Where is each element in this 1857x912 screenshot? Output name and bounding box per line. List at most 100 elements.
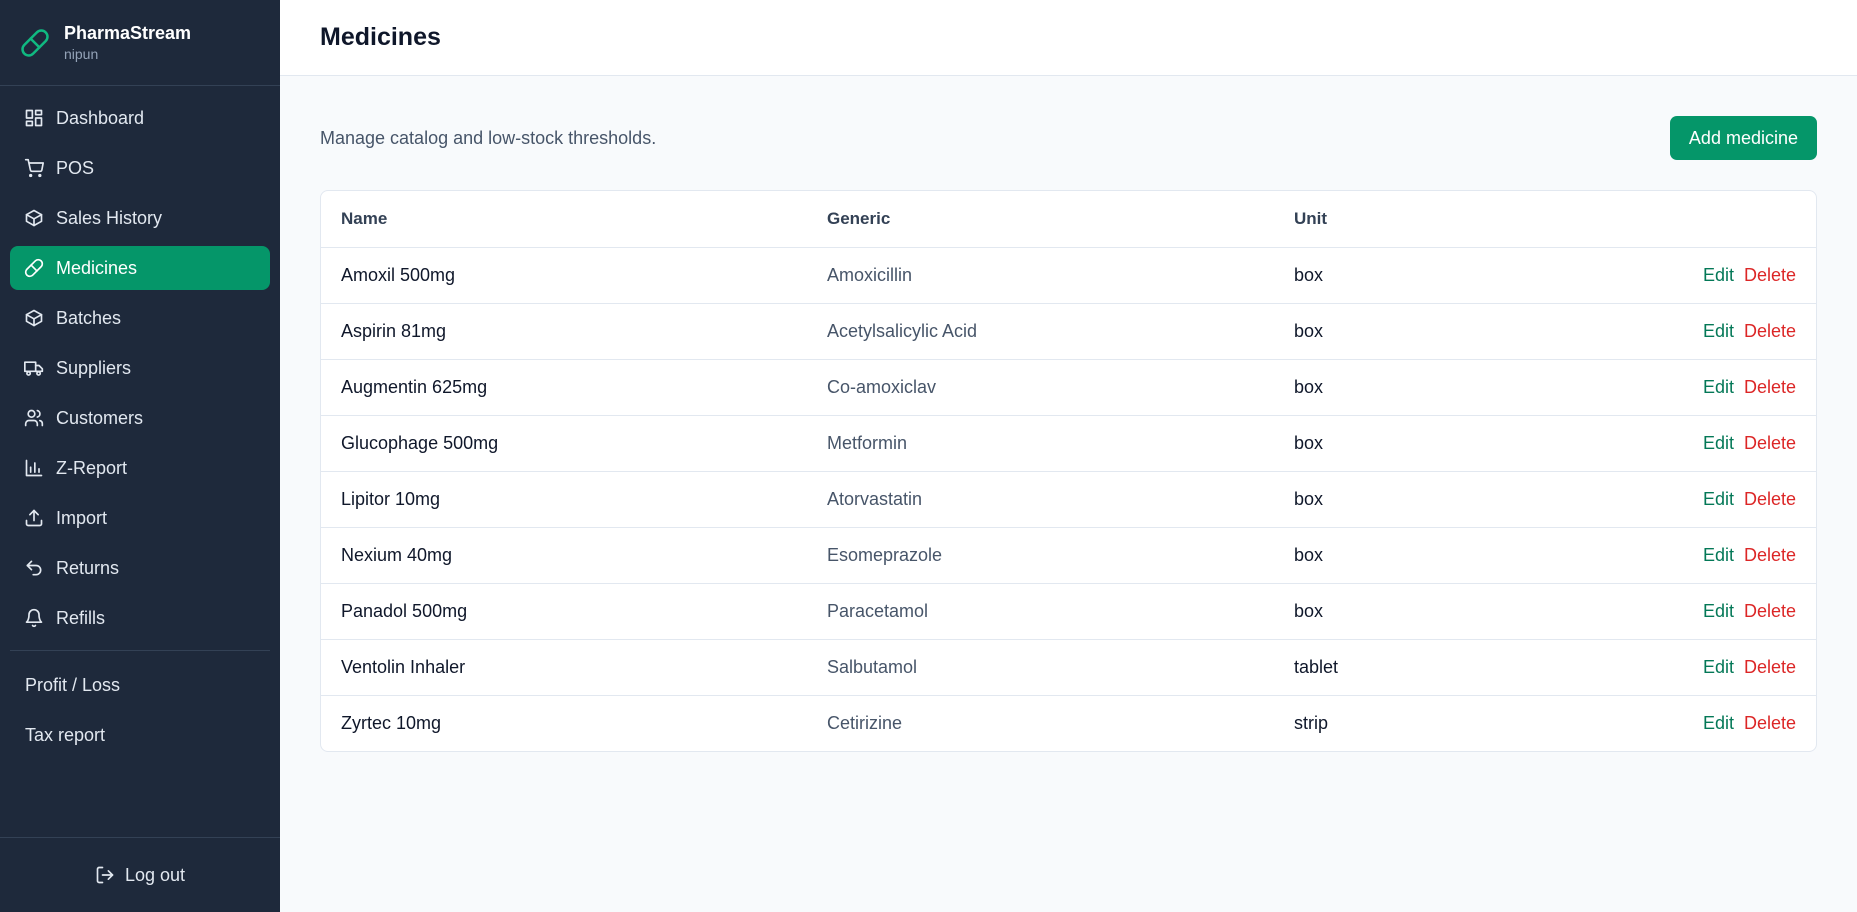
- row-actions: Edit Delete: [1474, 583, 1816, 640]
- sidebar: PharmaStream nipun Dashboard POS Sales H…: [0, 0, 280, 912]
- box-icon: [25, 309, 43, 327]
- delete-button[interactable]: Delete: [1744, 489, 1796, 509]
- delete-button[interactable]: Delete: [1744, 713, 1796, 733]
- sidebar-item-refills[interactable]: Refills: [10, 596, 270, 640]
- column-header-generic: Generic: [807, 191, 1274, 248]
- edit-button[interactable]: Edit: [1703, 321, 1734, 341]
- medicine-unit: box: [1274, 471, 1474, 528]
- medicine-generic: Esomeprazole: [807, 527, 1274, 584]
- sidebar-item-label: POS: [56, 157, 95, 178]
- sidebar-item-label: Sales History: [56, 207, 163, 228]
- logout-button[interactable]: Log out: [95, 865, 185, 886]
- medicine-unit: box: [1274, 303, 1474, 360]
- sidebar-item-medicines[interactable]: Medicines: [10, 246, 270, 290]
- delete-button[interactable]: Delete: [1744, 265, 1796, 285]
- medicine-generic: Acetylsalicylic Acid: [807, 303, 1274, 360]
- users-icon: [24, 409, 44, 427]
- edit-button[interactable]: Edit: [1703, 433, 1734, 453]
- page-title: Medicines: [320, 23, 441, 51]
- table-row: Aspirin 81mg Acetylsalicylic Acid box Edit D…: [321, 303, 1816, 360]
- pill-logo-icon: [20, 28, 50, 58]
- medicine-name: Aspirin 81mg: [321, 303, 807, 360]
- medicine-unit: box: [1274, 415, 1474, 472]
- row-actions: Edit Delete: [1474, 695, 1816, 751]
- page-subtitle: Manage catalog and low-stock thresholds.: [320, 127, 657, 148]
- delete-button[interactable]: Delete: [1744, 377, 1796, 397]
- column-header-actions: [1474, 191, 1816, 248]
- dashboard-icon: [25, 109, 43, 127]
- row-actions: Edit Delete: [1474, 359, 1816, 416]
- sidebar-item-label: Import: [56, 507, 108, 528]
- upload-icon: [25, 509, 43, 527]
- box-icon: [25, 209, 43, 227]
- row-actions: Edit Delete: [1474, 639, 1816, 696]
- medicine-name: Zyrtec 10mg: [341, 712, 442, 733]
- topbar: Medicines: [280, 0, 1857, 76]
- table-row: Zyrtec 10mg Cetirizine strip Edit Delete: [321, 695, 1816, 751]
- medicine-generic: Paracetamol: [807, 583, 1274, 640]
- delete-button[interactable]: Delete: [1744, 545, 1796, 565]
- table-row: Amoxil 500mg Amoxicillin box Edit Delete: [321, 247, 1816, 304]
- truck-icon: [24, 361, 44, 376]
- delete-button[interactable]: Delete: [1744, 433, 1796, 453]
- medicine-unit: box: [1274, 527, 1474, 584]
- medicine-generic: Salbutamol: [807, 639, 1274, 696]
- table-body: Amoxil 500mg Amoxicillin box Edit Delete Aspi…: [321, 247, 1816, 751]
- medicines-table-card: Name Generic Unit Amoxil 500mg Amoxicilli…: [320, 190, 1817, 752]
- table-row: Augmentin 625mg Co-amoxiclav box Edit Delete: [321, 359, 1816, 416]
- sidebar-footer: Log out: [0, 837, 280, 912]
- sidebar-item-pos[interactable]: POS: [10, 146, 270, 190]
- delete-button[interactable]: Delete: [1744, 321, 1796, 341]
- row-actions: Edit Delete: [1474, 303, 1816, 360]
- cart-icon: [24, 158, 44, 178]
- delete-button[interactable]: Delete: [1744, 601, 1796, 621]
- edit-button[interactable]: Edit: [1703, 657, 1734, 677]
- medicine-unit: strip: [1294, 712, 1329, 733]
- medicine-name: Panadol 500mg: [321, 583, 807, 640]
- sidebar-item-label: Suppliers: [56, 357, 132, 378]
- sidebar-item-profit-loss[interactable]: Profit / Loss: [0, 663, 280, 707]
- sidebar-item-returns[interactable]: Returns: [10, 546, 270, 590]
- sidebar-item-customers[interactable]: Customers: [10, 396, 270, 440]
- medicine-name: Lipitor 10mg: [321, 471, 807, 528]
- add-medicine-button[interactable]: Add medicine: [1669, 116, 1817, 160]
- edit-button[interactable]: Edit: [1703, 601, 1734, 621]
- sidebar-item-label: Batches: [56, 307, 122, 328]
- sidebar-item-dashboard[interactable]: Dashboard: [10, 96, 270, 140]
- delete-button[interactable]: Delete: [1744, 657, 1796, 677]
- sidebar-item-z-report[interactable]: Z-Report: [10, 446, 270, 490]
- medicine-name: Nexium 40mg: [321, 527, 807, 584]
- sidebar-divider: [10, 650, 270, 651]
- row-actions: Edit Delete: [1474, 527, 1816, 584]
- bar-chart-icon: [25, 459, 43, 477]
- table-row: Nexium 40mg Esomeprazole box Edit Delete: [321, 527, 1816, 584]
- pill-icon: [24, 258, 44, 278]
- sidebar-item-label: Refills: [56, 607, 106, 628]
- edit-button[interactable]: Edit: [1703, 377, 1734, 397]
- main-content: Medicines Manage catalog and low-stock t…: [280, 0, 1857, 912]
- sidebar-item-import[interactable]: Import: [10, 496, 270, 540]
- logout-label: Log out: [124, 864, 186, 885]
- brand-name: PharmaStream: [64, 22, 192, 43]
- sidebar-item-sales-history[interactable]: Sales History: [10, 196, 270, 240]
- content-area: Manage catalog and low-stock thresholds.…: [280, 76, 1857, 752]
- medicine-name: Amoxil 500mg: [321, 247, 807, 304]
- edit-button[interactable]: Edit: [1703, 713, 1734, 733]
- edit-button[interactable]: Edit: [1703, 545, 1734, 565]
- medicine-generic: Metformin: [807, 415, 1274, 472]
- row-actions: Edit Delete: [1474, 247, 1816, 304]
- edit-button[interactable]: Edit: [1703, 265, 1734, 285]
- sidebar-item-label: Returns: [56, 557, 120, 578]
- sidebar-item-label: Medicines: [56, 257, 138, 278]
- medicine-generic: Atorvastatin: [807, 471, 1274, 528]
- brand-user: nipun: [64, 45, 99, 62]
- edit-button[interactable]: Edit: [1703, 489, 1734, 509]
- medicine-unit: box: [1274, 583, 1474, 640]
- medicine-unit: box: [1274, 247, 1474, 304]
- logout-icon: [96, 866, 114, 884]
- table-row: Lipitor 10mg Atorvastatin box Edit Delete: [321, 471, 1816, 528]
- sidebar-item-tax-report[interactable]: Tax report: [0, 713, 280, 757]
- sidebar-item-batches[interactable]: Batches: [10, 296, 270, 340]
- sidebar-item-suppliers[interactable]: Suppliers: [10, 346, 270, 390]
- medicine-name: Glucophage 500mg: [321, 415, 807, 472]
